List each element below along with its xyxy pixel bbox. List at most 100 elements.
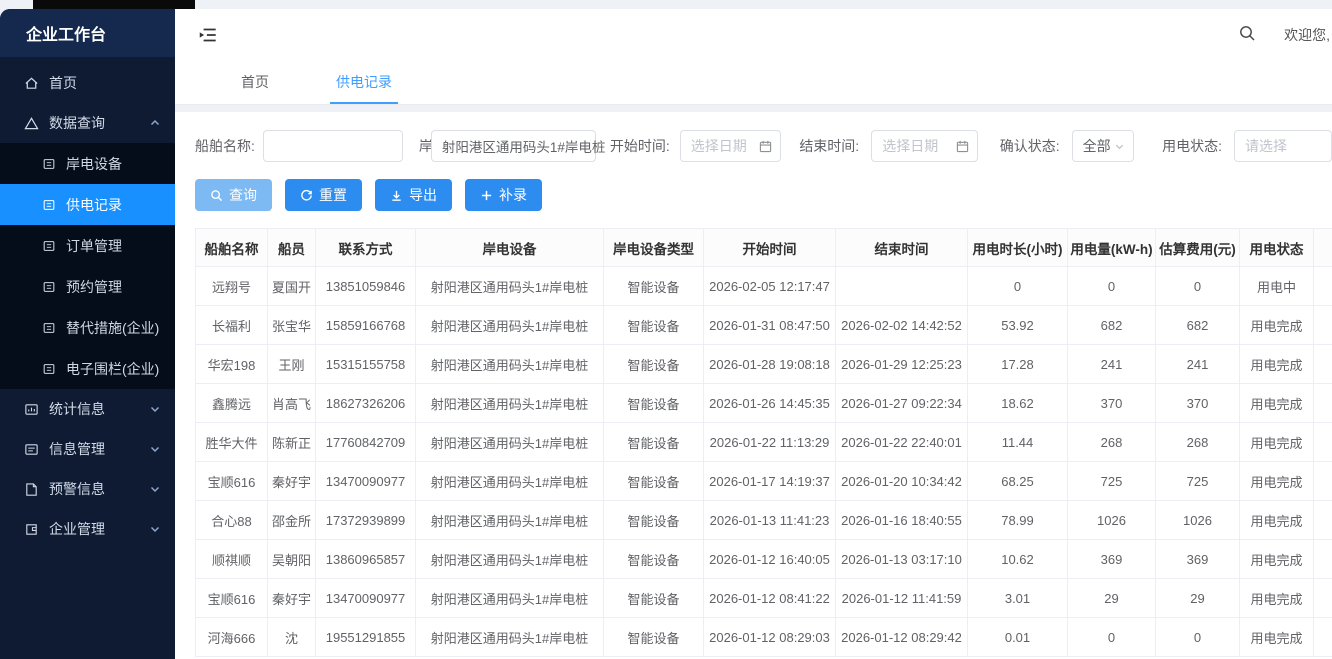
sidebar-subitem-label: 岸电设备	[66, 154, 122, 174]
table-cell: 用电完成	[1240, 462, 1314, 501]
table-row: 顺祺顺吴朝阳13860965857射阳港区通用码头1#岸电桩智能设备2026-0…	[196, 540, 1332, 579]
ship-name-input[interactable]	[263, 130, 403, 162]
table-header-cell: 用电量(kW-h)	[1068, 229, 1156, 267]
reset-button[interactable]: 重置	[285, 179, 362, 211]
table-cell: 68.25	[968, 462, 1068, 501]
table-cell: 0	[1156, 267, 1240, 306]
table-header-cell: 用电时长(小时)	[968, 229, 1068, 267]
table-cell: 1026	[1068, 501, 1156, 540]
sidebar-subitem[interactable]: 预约管理	[0, 266, 175, 307]
info-icon	[24, 442, 39, 457]
table-cell: 射阳港区通用码头1#岸电桩	[416, 423, 604, 462]
table-row: 鑫腾远肖高飞18627326206射阳港区通用码头1#岸电桩智能设备2026-0…	[196, 384, 1332, 423]
query-button[interactable]: 查询	[195, 179, 272, 211]
table-cell: 长福利	[196, 306, 268, 345]
calendar-icon	[956, 140, 969, 153]
supplement-button[interactable]: 补录	[465, 179, 542, 211]
table-cell: 智能设备	[604, 540, 704, 579]
table-cell: 241	[1156, 345, 1240, 384]
records-table: 船舶名称船员联系方式岸电设备岸电设备类型开始时间结束时间用电时长(小时)用电量(…	[195, 228, 1332, 657]
table-cell: 0	[968, 267, 1068, 306]
table-cell: 0	[1068, 267, 1156, 306]
tab-active[interactable]: 供电记录	[330, 60, 398, 104]
table-cell: 15315155758	[316, 345, 416, 384]
table-cell: 19551291855	[316, 618, 416, 657]
table-cell: 胜华大件	[196, 423, 268, 462]
table-cell	[836, 267, 968, 306]
table-row: 宝顺616秦好宇13470090977射阳港区通用码头1#岸电桩智能设备2026…	[196, 579, 1332, 618]
start-date-input[interactable]: 选择日期	[680, 130, 782, 162]
table-cell: 射阳港区通用码头1#岸电桩	[416, 618, 604, 657]
table-cell	[1314, 618, 1332, 657]
sidebar-item-info-mgmt[interactable]: 信息管理	[0, 429, 175, 469]
table-cell: 宝顺616	[196, 579, 268, 618]
table-cell: 射阳港区通用码头1#岸电桩	[416, 501, 604, 540]
sidebar-item-statistics[interactable]: 统计信息	[0, 389, 175, 429]
table-cell: 智能设备	[604, 306, 704, 345]
triangle-icon	[24, 116, 39, 131]
table-cell: 2026-01-12 08:29:03	[704, 618, 836, 657]
table-cell: 智能设备	[604, 345, 704, 384]
export-button[interactable]: 导出	[375, 179, 452, 211]
table-cell: 725	[1068, 462, 1156, 501]
confirm-status-select[interactable]: 全部	[1072, 130, 1135, 162]
end-date-input[interactable]: 选择日期	[871, 130, 978, 162]
doc-icon	[42, 157, 56, 171]
power-status-label: 用电状态:	[1162, 136, 1222, 156]
sidebar-item-enterprise-mgmt[interactable]: 企业管理	[0, 509, 175, 549]
start-time-label: 开始时间:	[610, 136, 670, 156]
stats-icon	[24, 402, 39, 417]
table-cell: 2026-01-12 08:29:42	[836, 618, 968, 657]
tab-item[interactable]: 首页	[235, 60, 275, 104]
table-cell: 河海666	[196, 618, 268, 657]
sidebar-item-label: 首页	[49, 73, 77, 93]
table-cell: 369	[1156, 540, 1240, 579]
table-cell: 2026-01-27 09:22:34	[836, 384, 968, 423]
chevron-down-icon	[149, 523, 161, 535]
table-cell: 顺祺顺	[196, 540, 268, 579]
table-header-cell	[1314, 229, 1332, 267]
top-header: 欢迎您,	[175, 9, 1332, 61]
warning-doc-icon	[24, 482, 39, 497]
table-header-cell: 船员	[268, 229, 316, 267]
table-cell: 370	[1068, 384, 1156, 423]
table-cell: 用电完成	[1240, 618, 1314, 657]
table-cell: 2026-01-12 16:40:05	[704, 540, 836, 579]
table-cell: 秦好宇	[268, 579, 316, 618]
table-header-cell: 联系方式	[316, 229, 416, 267]
sidebar-subitem[interactable]: 岸电设备	[0, 143, 175, 184]
sidebar-subitem[interactable]: 电子围栏(企业)	[0, 348, 175, 389]
table-cell: 智能设备	[604, 267, 704, 306]
sidebar-item-warning-info[interactable]: 预警信息	[0, 469, 175, 509]
sidebar-subitem[interactable]: 供电记录	[0, 184, 175, 225]
records-table-wrap: 船舶名称船员联系方式岸电设备岸电设备类型开始时间结束时间用电时长(小时)用电量(…	[195, 228, 1332, 657]
sidebar-item-label: 企业管理	[49, 519, 105, 539]
table-cell: 370	[1156, 384, 1240, 423]
table-cell: 鑫腾远	[196, 384, 268, 423]
toolbar: 查询 重置 导出 补录	[195, 179, 1332, 211]
shore-device-select[interactable]: 射阳港区通用码头1#岸电桩	[431, 130, 596, 162]
table-cell: 张宝华	[268, 306, 316, 345]
power-status-select[interactable]: 请选择	[1234, 130, 1332, 162]
sidebar-item-label: 信息管理	[49, 439, 105, 459]
table-cell: 智能设备	[604, 618, 704, 657]
table-cell: 用电完成	[1240, 345, 1314, 384]
sidebar-item-data-query[interactable]: 数据查询	[0, 103, 175, 143]
table-cell: 2026-01-12 11:41:59	[836, 579, 968, 618]
table-cell: 2026-01-29 12:25:23	[836, 345, 968, 384]
sidebar-item-home[interactable]: 首页	[0, 63, 175, 103]
table-cell: 2026-01-28 19:08:18	[704, 345, 836, 384]
table-cell: 智能设备	[604, 579, 704, 618]
sidebar-subitem-label: 预约管理	[66, 277, 122, 297]
table-cell: 2026-01-17 14:19:37	[704, 462, 836, 501]
sidebar-subitem[interactable]: 替代措施(企业)	[0, 307, 175, 348]
tab-bar: 首页 供电记录	[175, 61, 1332, 105]
ship-name-label: 船舶名称:	[195, 136, 255, 156]
table-header-cell: 船舶名称	[196, 229, 268, 267]
sidebar-subitem[interactable]: 订单管理	[0, 225, 175, 266]
sidebar-collapse-icon[interactable]	[197, 24, 219, 51]
table-header-row: 船舶名称船员联系方式岸电设备岸电设备类型开始时间结束时间用电时长(小时)用电量(…	[196, 229, 1332, 267]
sidebar-subitem-label: 供电记录	[66, 195, 122, 215]
search-icon[interactable]	[1238, 24, 1256, 47]
table-cell: 智能设备	[604, 501, 704, 540]
